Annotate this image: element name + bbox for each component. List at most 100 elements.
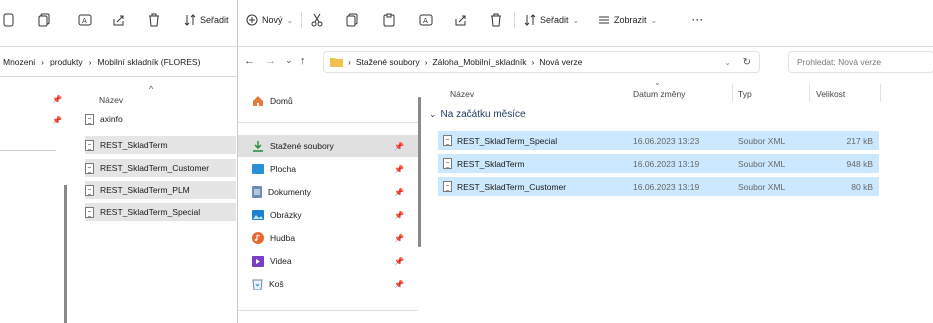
sort-desc-icon: ⌄ xyxy=(654,78,661,87)
breadcrumb-item[interactable]: Záloha_Mobilní_skladník xyxy=(432,57,526,67)
column-header-name[interactable]: Název xyxy=(450,89,474,99)
column-header-date[interactable]: Datum změny xyxy=(633,89,685,99)
file-name: REST_SkladTerm_Special xyxy=(457,135,558,146)
file-icon xyxy=(85,162,94,174)
nav-item-recycle-bin[interactable]: Koš 📌 xyxy=(238,273,418,295)
xml-file-icon xyxy=(443,158,452,169)
toolbar-divider xyxy=(0,46,236,47)
breadcrumb-item[interactable]: Stažené soubory xyxy=(356,57,420,67)
svg-text:A: A xyxy=(423,17,428,25)
breadcrumb-item[interactable]: produkty xyxy=(50,57,83,67)
search-input[interactable]: Prohledat: Nová verze xyxy=(788,51,933,73)
desktop-icon xyxy=(252,164,264,174)
paste-icon[interactable] xyxy=(383,8,395,32)
sort-button[interactable]: Seřadit xyxy=(184,8,229,32)
nav-item-label: Stažené soubory xyxy=(270,141,334,151)
nav-item-label: Domů xyxy=(270,96,293,106)
pin-icon: 📌 xyxy=(52,116,62,125)
file-size: 948 kB xyxy=(846,158,873,169)
list-item[interactable]: axinfo xyxy=(85,110,236,128)
pin-icon: 📌 xyxy=(52,95,62,104)
address-bar[interactable]: › Stažené soubory › Záloha_Mobilní_sklad… xyxy=(323,51,760,73)
nav-item-downloads[interactable]: Stažené soubory 📌 xyxy=(238,135,418,157)
nav-item-videos[interactable]: Videa 📌 xyxy=(238,250,418,272)
chevron-right-icon: › xyxy=(531,57,535,67)
file-size: 217 kB xyxy=(846,135,873,146)
file-name: REST_SkladTerm xyxy=(100,140,168,150)
chevron-right-icon: › xyxy=(88,57,92,67)
file-type: Soubor XML xyxy=(738,181,786,192)
table-row[interactable]: REST_SkladTerm_Special 16.06.2023 13:23 … xyxy=(438,131,879,150)
copy-icon[interactable] xyxy=(346,8,360,32)
column-header-type[interactable]: Typ xyxy=(738,89,752,99)
toolbar-separator xyxy=(301,12,302,28)
nav-item-label: Hudba xyxy=(270,233,296,243)
delete-icon[interactable] xyxy=(148,8,160,32)
rename-icon[interactable]: A xyxy=(419,8,433,32)
breadcrumb[interactable]: Mnozeni › produkty › Mobilní skladník (F… xyxy=(3,57,200,67)
nav-scrollbar[interactable] xyxy=(418,97,421,247)
file-icon xyxy=(85,113,94,125)
chevron-right-icon: › xyxy=(424,57,428,67)
cut-icon[interactable] xyxy=(310,8,324,32)
chevron-down-icon: ⌄ xyxy=(572,15,580,25)
rename-icon[interactable]: A xyxy=(78,8,92,32)
new-button[interactable]: Nový ⌄ xyxy=(246,8,293,32)
videos-icon xyxy=(252,255,264,267)
chevron-down-icon: ⌄ xyxy=(650,15,658,25)
nav-item-music[interactable]: Hudba 📌 xyxy=(238,227,418,249)
file-date: 16.06.2023 13:19 xyxy=(633,158,700,169)
back-icon[interactable]: ← xyxy=(244,55,255,67)
chevron-down-icon: ⌄ xyxy=(286,15,294,25)
pin-icon: 📌 xyxy=(394,279,404,289)
file-type: Soubor XML xyxy=(738,158,786,169)
group-header[interactable]: ⌄ Na začátku měsíce xyxy=(429,109,526,120)
more-options-button[interactable]: ··· xyxy=(692,8,704,32)
search-placeholder: Prohledat: Nová verze xyxy=(797,57,882,67)
list-item[interactable]: REST_SkladTerm_Customer xyxy=(85,159,236,177)
nav-item-pictures[interactable]: Obrázky 📌 xyxy=(238,204,418,226)
sort-label: Seřadit xyxy=(540,15,569,25)
nav-item-documents[interactable]: Dokumenty 📌 xyxy=(238,181,418,203)
recycle-bin-icon xyxy=(252,279,263,290)
list-item[interactable]: REST_SkladTerm_Special xyxy=(85,203,236,221)
chevron-down-icon: ⌄ xyxy=(429,109,437,119)
pin-icon: 📌 xyxy=(394,187,404,197)
nav-item-desktop[interactable]: Plocha 📌 xyxy=(238,158,418,180)
group-label: Na začátku měsíce xyxy=(440,109,526,120)
file-icon xyxy=(85,206,94,218)
nav-item-label: Obrázky xyxy=(270,210,302,220)
column-header-size[interactable]: Velikost xyxy=(816,89,845,99)
table-row[interactable]: REST_SkladTerm_Customer 16.06.2023 13:19… xyxy=(438,177,879,196)
file-name: axinfo xyxy=(100,114,123,124)
breadcrumb-item[interactable]: Nová verze xyxy=(539,57,582,67)
breadcrumb-item[interactable]: Mnozeni xyxy=(3,57,35,67)
nav-divider xyxy=(238,310,418,311)
copy-icon[interactable] xyxy=(38,8,52,32)
file-name: REST_SkladTerm xyxy=(457,158,525,169)
up-arrow-icon[interactable]: ↑ xyxy=(300,55,306,67)
file-name: REST_SkladTerm_Customer xyxy=(100,163,210,173)
file-size: 80 kB xyxy=(851,181,873,192)
chevron-down-icon[interactable]: ⌄ xyxy=(285,55,293,66)
nav-scrollbar[interactable] xyxy=(64,185,67,323)
sort-button[interactable]: Seřadit ⌄ xyxy=(524,8,579,32)
forward-icon[interactable]: → xyxy=(265,55,276,67)
refresh-icon[interactable]: ↻ xyxy=(743,57,751,68)
nav-item-label: Koš xyxy=(269,279,284,289)
column-header-name[interactable]: Název xyxy=(99,95,123,105)
chevron-down-icon[interactable]: ⌄ xyxy=(724,58,731,67)
cut-icon[interactable] xyxy=(3,8,15,32)
column-divider xyxy=(732,84,733,102)
view-label: Zobrazit xyxy=(614,15,647,25)
list-item[interactable]: REST_SkladTerm_PLM xyxy=(85,181,236,199)
share-icon[interactable] xyxy=(112,8,126,32)
nav-item-home[interactable]: Domů xyxy=(238,90,418,112)
delete-icon[interactable] xyxy=(490,8,502,32)
breadcrumb-item[interactable]: Mobilní skladník (FLORES) xyxy=(97,57,200,67)
column-divider xyxy=(880,84,881,102)
view-button[interactable]: Zobrazit ⌄ xyxy=(598,8,657,32)
list-item[interactable]: REST_SkladTerm xyxy=(85,136,236,154)
share-icon[interactable] xyxy=(454,8,468,32)
table-row[interactable]: REST_SkladTerm 16.06.2023 13:19 Soubor X… xyxy=(438,154,879,173)
